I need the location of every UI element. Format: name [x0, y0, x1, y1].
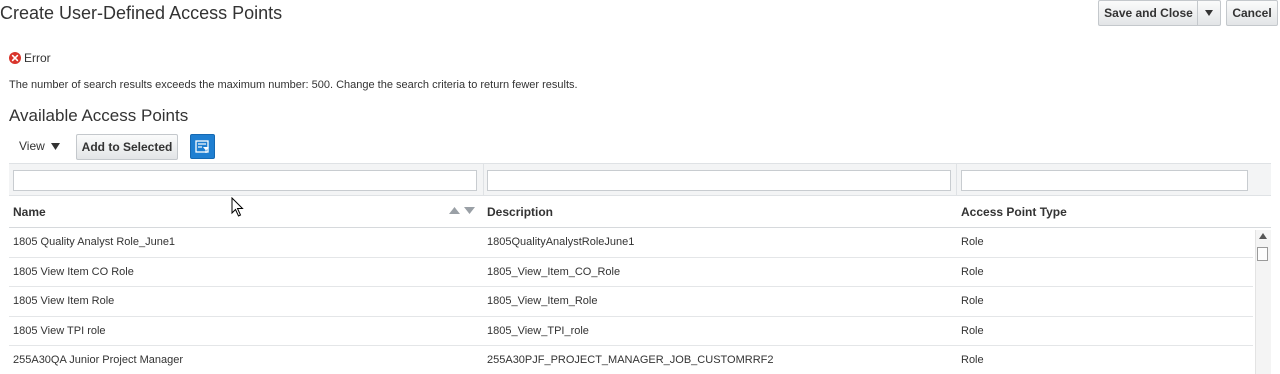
name-filter-input[interactable]	[13, 170, 477, 191]
filter-row	[9, 163, 1271, 196]
query-by-example-button[interactable]	[190, 134, 215, 159]
error-icon	[9, 52, 21, 64]
vertical-scrollbar[interactable]	[1255, 230, 1271, 374]
table-row[interactable]: 1805 Quality Analyst Role_June1 1805Qual…	[9, 228, 1253, 258]
caret-down-icon	[1205, 10, 1213, 16]
description-cell: 255A30PJF_PROJECT_MANAGER_JOB_CUSTOMRRF2	[487, 354, 774, 366]
access-point-type-filter-input[interactable]	[961, 170, 1248, 191]
type-cell: Role	[961, 236, 984, 248]
section-title: Available Access Points	[9, 106, 189, 125]
column-header-description[interactable]: Description	[487, 205, 553, 219]
error-message: The number of search results exceeds the…	[9, 79, 578, 91]
description-cell: 1805QualityAnalystRoleJune1	[487, 236, 635, 248]
type-cell: Role	[961, 265, 984, 278]
sort-ascending-icon[interactable]	[449, 207, 460, 214]
caret-down-icon	[50, 142, 60, 150]
table-row[interactable]: 1805 View TPI role 1805_View_TPI_role Ro…	[9, 317, 1253, 346]
scrollbar-thumb[interactable]	[1257, 247, 1268, 261]
description-cell: 1805_View_Item_Role	[487, 295, 598, 307]
sort-descending-icon[interactable]	[464, 207, 475, 214]
name-cell: 1805 View Item Role	[13, 295, 115, 307]
mouse-cursor-icon	[231, 197, 244, 217]
sort-arrows-icon[interactable]	[449, 207, 475, 214]
view-menu-label: View	[19, 139, 45, 153]
name-cell: 1805 View TPI role	[13, 324, 106, 337]
description-cell: 1805_View_Item_CO_Role	[487, 265, 621, 278]
query-by-example-icon	[195, 139, 209, 153]
save-and-close-button[interactable]: Save and Close	[1098, 0, 1198, 26]
error-title: Error	[24, 51, 51, 65]
add-to-selected-button[interactable]: Add to Selected	[76, 134, 178, 160]
table-body: 1805 Quality Analyst Role_June1 1805Qual…	[9, 228, 1253, 374]
save-options-dropdown-button[interactable]	[1197, 0, 1221, 26]
column-header-name[interactable]: Name	[13, 205, 46, 219]
cancel-button[interactable]: Cancel	[1226, 0, 1278, 26]
column-divider	[483, 164, 484, 195]
type-cell: Role	[961, 295, 984, 307]
view-menu[interactable]: View	[19, 139, 60, 153]
column-divider	[956, 164, 957, 195]
name-cell: 255A30QA Junior Project Manager	[13, 354, 183, 366]
name-cell: 1805 View Item CO Role	[13, 265, 134, 278]
name-cell: 1805 Quality Analyst Role_June1	[13, 236, 176, 248]
table-row[interactable]: 1805 View Item CO Role 1805_View_Item_CO…	[9, 258, 1253, 287]
type-cell: Role	[961, 354, 984, 366]
type-cell: Role	[961, 324, 984, 337]
table-row[interactable]: 1805 View Item Role 1805_View_Item_Role …	[9, 287, 1253, 317]
description-filter-input[interactable]	[487, 170, 951, 191]
scroll-up-arrow-icon[interactable]	[1259, 233, 1267, 239]
table-row[interactable]: 255A30QA Junior Project Manager 255A30PJ…	[9, 346, 1253, 374]
column-header-access-point-type[interactable]: Access Point Type	[961, 205, 1067, 219]
table-header: Name Description Access Point Type	[9, 197, 1271, 228]
page-title: Create User-Defined Access Points	[0, 3, 283, 23]
description-cell: 1805_View_TPI_role	[487, 324, 589, 337]
